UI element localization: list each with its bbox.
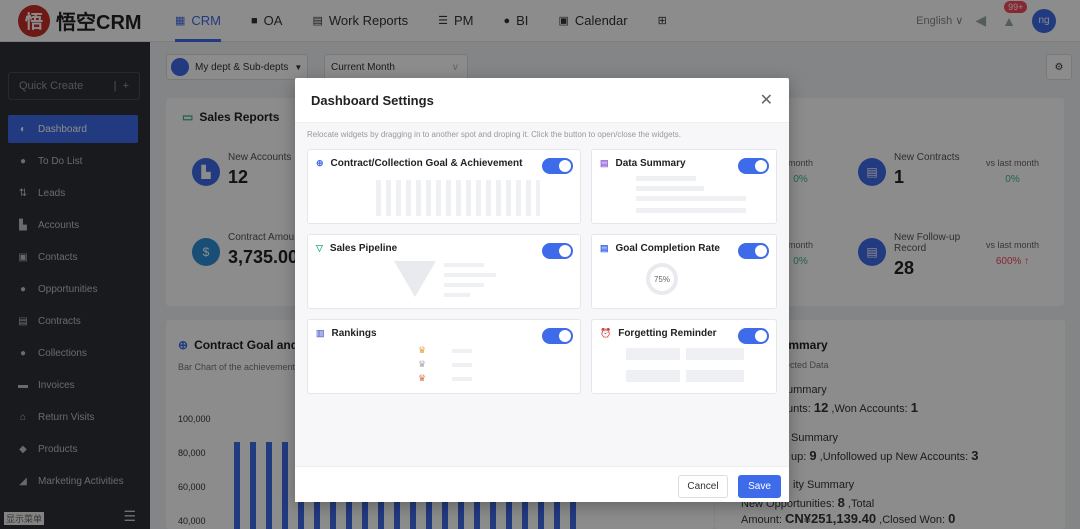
preview-line [444, 263, 484, 267]
widget-contract-goal[interactable]: ⊕ Contract/Collection Goal & Achievement [307, 149, 581, 224]
preview-block [686, 348, 744, 360]
preview-line [636, 176, 696, 181]
funnel-preview [394, 261, 436, 297]
widget-title: Data Summary [615, 158, 686, 169]
preview-line [452, 363, 472, 367]
widget-title: Sales Pipeline [329, 243, 398, 254]
dialog-footer: Cancel Save [295, 466, 789, 502]
alarm-icon: ⏰ [600, 328, 612, 338]
widget-forgetting-reminder[interactable]: ⏰ Forgetting Reminder [591, 319, 777, 394]
bar-preview [376, 180, 540, 216]
preview-block [626, 370, 680, 382]
funnel-icon: ▽ [316, 243, 323, 253]
widget-toggle[interactable] [738, 328, 769, 344]
save-button[interactable]: Save [738, 475, 781, 498]
dialog-description: Relocate widgets by dragging in to anoth… [307, 130, 682, 139]
preview-line [444, 293, 470, 297]
target-icon: ⊕ [316, 158, 324, 168]
ranking-icon: ▥ [316, 328, 325, 338]
close-icon[interactable]: ✕ [760, 90, 773, 110]
widget-goal-completion[interactable]: ▤ Goal Completion Rate 75% [591, 234, 777, 309]
widget-toggle[interactable] [738, 158, 769, 174]
widget-title: Contract/Collection Goal & Achievement [330, 158, 523, 169]
preview-line [452, 377, 472, 381]
widget-toggle[interactable] [542, 158, 573, 174]
widget-rankings[interactable]: ▥ Rankings ♛ ♛ ♛ [307, 319, 581, 394]
gauge-preview: 75% [646, 263, 678, 295]
preview-block [626, 348, 680, 360]
preview-line [636, 186, 704, 191]
preview-line [444, 273, 496, 277]
preview-line [636, 196, 746, 201]
preview-line [444, 283, 484, 287]
rate-icon: ▤ [600, 243, 609, 253]
crown-bronze-icon: ♛ [418, 373, 427, 383]
preview-line [452, 349, 472, 353]
widget-data-summary[interactable]: ▤ Data Summary [591, 149, 777, 224]
preview-line [636, 208, 746, 213]
dashboard-settings-dialog: Dashboard Settings ✕ Relocate widgets by… [295, 78, 789, 502]
summary-icon: ▤ [600, 158, 609, 168]
widget-toggle[interactable] [738, 243, 769, 259]
crown-gold-icon: ♛ [418, 345, 427, 355]
widget-toggle[interactable] [542, 243, 573, 259]
preview-block [686, 370, 744, 382]
widget-sales-pipeline[interactable]: ▽ Sales Pipeline [307, 234, 581, 309]
dialog-title: Dashboard Settings [311, 92, 434, 108]
cancel-button[interactable]: Cancel [678, 475, 728, 498]
crown-silver-icon: ♛ [418, 359, 427, 369]
widget-title: Rankings [331, 328, 377, 339]
widget-title: Forgetting Reminder [618, 328, 717, 339]
widget-toggle[interactable] [542, 328, 573, 344]
widget-title: Goal Completion Rate [615, 243, 720, 254]
